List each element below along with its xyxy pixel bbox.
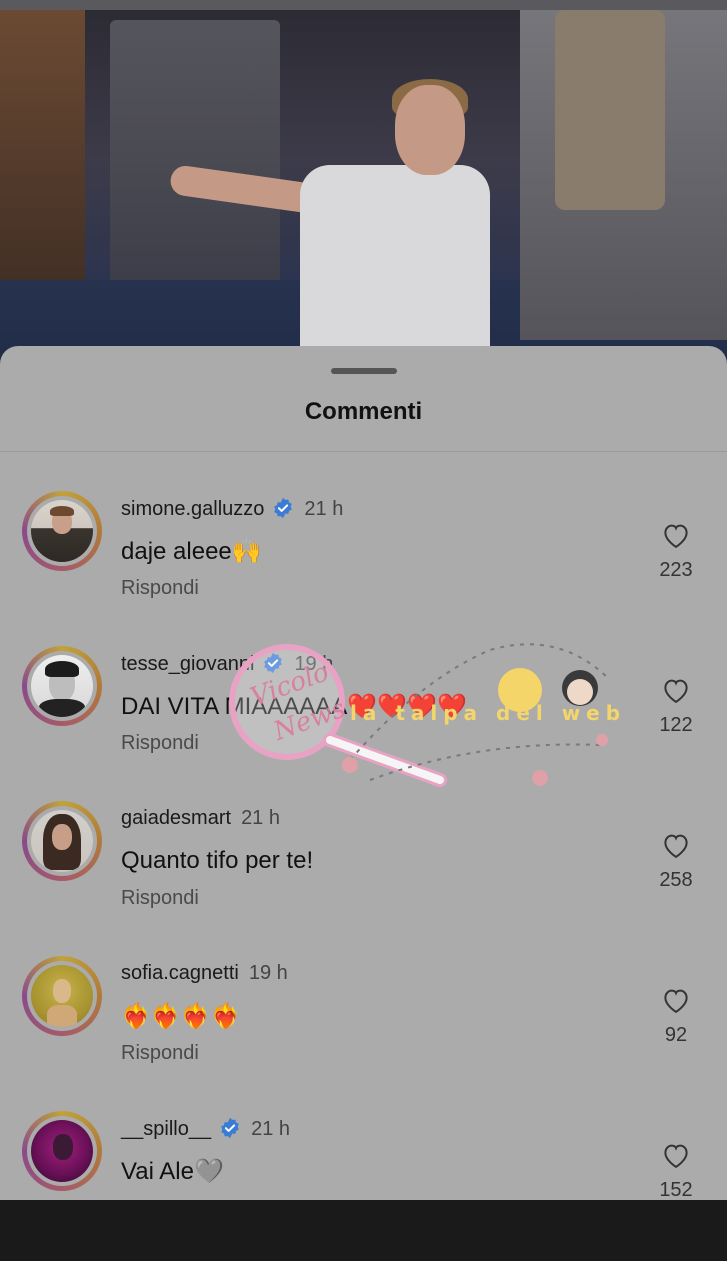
heart-outline-icon — [664, 989, 688, 1014]
like-button[interactable]: 92 — [650, 986, 702, 1047]
comment-time: 19 h — [294, 653, 334, 675]
like-button[interactable]: 258 — [650, 831, 702, 892]
comment-item: tesse_giovanni 19 h DAI VITA MIAAAAAA❤️❤️… — [0, 646, 727, 796]
divider — [0, 451, 727, 452]
heart-outline-icon — [664, 834, 688, 859]
comment-text: Vai Ale🩶 — [121, 1158, 224, 1185]
comment-time: 19 h — [248, 962, 288, 984]
dancer-figure — [168, 79, 490, 385]
sheet-grabber[interactable] — [331, 368, 397, 374]
comment-username[interactable]: tesse_giovanni 19 h — [121, 652, 333, 676]
reply-button[interactable]: Rispondi — [121, 577, 199, 600]
comment-item: sofia.cagnetti 19 h ❤️‍🔥❤️‍🔥❤️‍🔥❤️‍🔥 Risp… — [0, 956, 727, 1106]
like-count: 258 — [659, 869, 693, 891]
comment-time: 21 h — [241, 807, 280, 829]
comment-text: DAI VITA MIAAAAAA❤️❤️❤️❤️ — [121, 693, 467, 720]
heart-outline-icon — [664, 679, 688, 704]
comment-item: simone.galluzzo 21 h daje aleee🙌 Rispondi… — [0, 491, 727, 641]
like-count: 122 — [659, 714, 693, 736]
comment-username[interactable]: simone.galluzzo 21 h — [121, 497, 343, 521]
like-button[interactable]: 152 — [650, 1141, 702, 1202]
comment-username[interactable]: sofia.cagnetti 19 h — [121, 962, 288, 985]
reply-button[interactable]: Rispondi — [121, 732, 199, 755]
heart-outline-icon — [664, 524, 688, 549]
avatar[interactable] — [22, 956, 102, 1036]
avatar[interactable] — [22, 491, 102, 571]
comment-text: ❤️‍🔥❤️‍🔥❤️‍🔥❤️‍🔥 — [121, 1003, 241, 1030]
comment-text: Quanto tifo per te! — [121, 847, 314, 874]
comment-username[interactable]: __spillo__ 21 h — [121, 1117, 290, 1141]
seated-person — [555, 10, 665, 210]
comment-text: daje aleee🙌 — [121, 538, 262, 565]
like-button[interactable]: 223 — [650, 521, 702, 582]
avatar[interactable] — [22, 1111, 102, 1191]
comment-username[interactable]: gaiadesmart 21 h — [121, 807, 280, 830]
post-photo — [0, 0, 727, 400]
reply-button[interactable]: Rispondi — [121, 1042, 199, 1065]
like-count: 152 — [659, 1179, 693, 1201]
verified-badge-icon — [221, 1117, 239, 1139]
verified-badge-icon — [274, 497, 293, 519]
sheet-title: Commenti — [304, 398, 423, 425]
comment-time: 21 h — [251, 1118, 291, 1140]
like-button[interactable]: 122 — [650, 676, 702, 737]
comment-item: gaiadesmart 21 h Quanto tifo per te! Risp… — [0, 801, 727, 951]
comments-sheet: Commenti simone.galluzzo 21 h daje aleee🙌… — [0, 346, 727, 1201]
status-bar — [0, 0, 727, 10]
heart-outline-icon — [664, 1144, 688, 1169]
verified-badge-icon — [264, 652, 283, 674]
like-count: 223 — [659, 559, 693, 581]
reply-button[interactable]: Rispondi — [121, 887, 199, 910]
comment-time: 21 h — [304, 498, 344, 520]
avatar[interactable] — [22, 801, 102, 881]
comment-item: __spillo__ 21 h Vai Ale🩶 152 — [0, 1111, 727, 1261]
like-count: 92 — [664, 1024, 688, 1046]
avatar[interactable] — [22, 646, 102, 726]
